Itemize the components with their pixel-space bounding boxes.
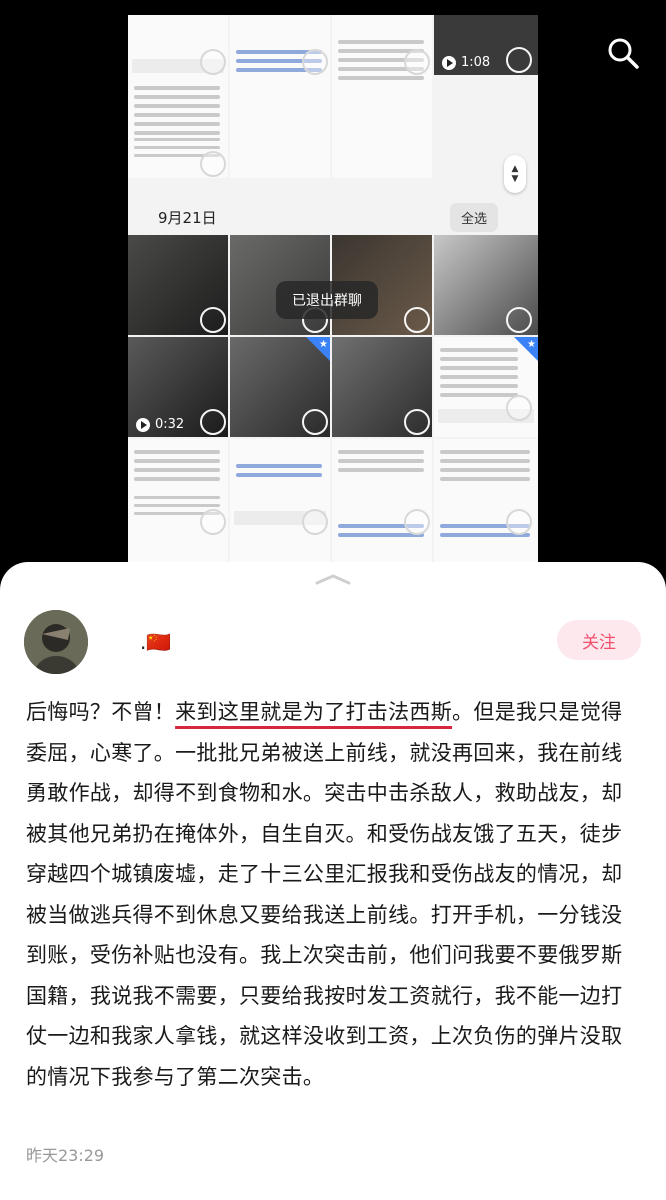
gallery-thumb[interactable] xyxy=(434,235,538,335)
post-text: 后悔吗？不曾！来到这里就是为了打击法西斯。但是我只是觉得委屈，心寒了。一批批兄弟… xyxy=(26,700,623,1089)
video-duration: 1:08 xyxy=(442,55,490,70)
gallery-thumb[interactable] xyxy=(128,439,228,570)
avatar-image xyxy=(24,610,88,674)
gallery-video-thumb[interactable]: 0:32 xyxy=(128,337,228,437)
gallery-thumb[interactable] xyxy=(434,439,538,570)
gallery-thumb[interactable] xyxy=(332,15,432,178)
chevron-down-icon: ▼ xyxy=(511,174,519,184)
search-icon xyxy=(608,38,639,69)
gallery-video-thumb[interactable]: 1:08 xyxy=(434,15,538,75)
play-icon xyxy=(136,417,150,432)
select-all-button[interactable]: 全选 xyxy=(449,203,498,232)
gallery-thumb[interactable] xyxy=(128,15,228,178)
gallery-thumb[interactable] xyxy=(332,337,432,437)
avatar[interactable] xyxy=(24,610,88,674)
gallery-thumb[interactable] xyxy=(332,439,432,570)
gallery-thumb[interactable] xyxy=(230,439,330,570)
highlighted-text: 来到这里就是为了打击法西斯 xyxy=(175,700,453,724)
username[interactable]: .🇨🇳 xyxy=(140,630,171,654)
post-sheet: .🇨🇳 关注 后悔吗？不曾！来到这里就是为了打击法西斯。但是我只是觉得委屈，心寒… xyxy=(0,562,666,1200)
chevron-up-icon: ▲ xyxy=(511,164,519,174)
toast-message: 已退出群聊 xyxy=(276,281,378,319)
gallery-thumb[interactable]: ★ xyxy=(230,337,330,437)
date-label: 9月21日 xyxy=(158,209,217,227)
gallery-screenshot[interactable]: 1:08 9月21日 全选 ▲ ▼ 0:32 ★ ★ 已退出群聊 xyxy=(128,15,538,570)
gallery-thumb[interactable] xyxy=(128,235,228,335)
media-area: 1:08 9月21日 全选 ▲ ▼ 0:32 ★ ★ 已退出群聊 xyxy=(0,0,666,570)
search-button[interactable] xyxy=(596,26,650,80)
video-duration: 0:32 xyxy=(136,417,184,432)
scroll-handle[interactable]: ▲ ▼ xyxy=(504,155,526,193)
post-timestamp: 昨天23:29 xyxy=(26,1146,105,1165)
favorite-star-icon: ★ xyxy=(306,337,330,361)
gallery-thumb[interactable] xyxy=(230,15,330,178)
china-flag-icon: 🇨🇳 xyxy=(146,630,172,654)
chevron-up-icon[interactable] xyxy=(314,572,352,586)
follow-button[interactable]: 关注 xyxy=(557,620,641,660)
gallery-thumb[interactable]: ★ xyxy=(434,337,538,437)
play-icon xyxy=(442,55,456,70)
